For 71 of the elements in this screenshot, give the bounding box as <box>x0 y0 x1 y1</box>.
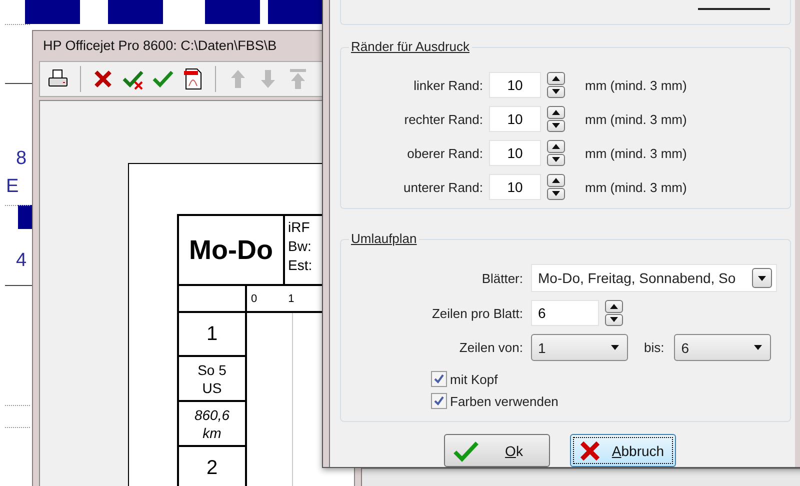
unit-label: mm (mind. 3 mm) <box>584 146 688 160</box>
check-cross-icon[interactable] <box>122 68 144 90</box>
up-arrow-icon <box>552 178 560 183</box>
down-arrow-icon <box>552 157 560 162</box>
hour-tick: 1 <box>288 292 294 304</box>
spin-button[interactable] <box>547 174 565 200</box>
down-arrow-icon <box>611 345 619 350</box>
field-label: Zeilen von: <box>458 340 523 355</box>
pdf-icon[interactable] <box>182 68 204 90</box>
down-arrow-icon <box>758 276 766 280</box>
down-arrow-icon <box>552 191 560 196</box>
input-field[interactable]: 10 <box>489 72 541 98</box>
group-title: Ränder für Ausdruck <box>349 39 472 54</box>
spin-button[interactable] <box>605 300 623 326</box>
cross-icon <box>579 440 601 462</box>
sheet-title: Mo-Do <box>179 216 285 284</box>
dropdown[interactable]: 1 <box>531 334 628 361</box>
unit-label: mm (mind. 3 mm) <box>584 78 688 92</box>
input-field[interactable]: 10 <box>489 140 541 166</box>
group-title: Umlaufplan <box>349 231 419 246</box>
check-icon[interactable] <box>152 68 174 90</box>
unit-label: mm (mind. 3 mm) <box>584 180 688 194</box>
info-label: Est: <box>288 256 312 275</box>
combo-box[interactable]: Mo-Do, Freitag, Sonnabend, So <box>531 264 777 292</box>
table-cell: 1 <box>179 313 247 357</box>
checkbox[interactable] <box>431 371 447 387</box>
header-block <box>268 0 323 24</box>
up-arrow-icon <box>552 76 560 81</box>
field-label: rechter Rand: <box>403 112 483 126</box>
input-field[interactable]: 10 <box>489 174 541 200</box>
field-label: oberer Rand: <box>406 146 483 160</box>
down-arrow-icon <box>552 123 560 128</box>
info-label: iRF <box>288 218 311 237</box>
input-field[interactable]: 6 <box>531 300 599 326</box>
field-label: bis: <box>643 340 666 355</box>
ok-button[interactable]: Ok <box>444 434 550 467</box>
table-cell: So 5 US <box>179 357 247 402</box>
up-arrow-icon <box>610 304 618 309</box>
row-label: 4 <box>16 250 27 272</box>
dropdown[interactable]: 6 <box>674 334 772 361</box>
row-label: E <box>6 176 19 198</box>
window-title: HP Officejet Pro 8600: C:\Daten\FBS\B <box>42 37 278 55</box>
spin-button[interactable] <box>547 140 565 166</box>
up-arrow-icon <box>552 144 560 149</box>
info-label: Bw: <box>288 237 312 256</box>
cancel-button[interactable]: Abbruch <box>570 434 676 467</box>
checkbox-label: mit Kopf <box>450 372 498 386</box>
table-cell: 860,6 km <box>179 402 247 447</box>
table-cell: 2 <box>179 447 247 486</box>
checkbox[interactable] <box>431 393 447 409</box>
header-block <box>108 0 163 24</box>
down-arrow-icon <box>754 345 762 350</box>
checkbox-label: Farben verwenden <box>450 394 558 408</box>
down-arrow-icon <box>610 317 618 322</box>
field-label: Blätter: <box>480 270 523 286</box>
header-block <box>18 205 32 229</box>
hour-tick: 0 <box>251 292 258 304</box>
spin-button[interactable] <box>547 72 565 98</box>
row-label: 8 <box>16 148 27 170</box>
unit-label: mm (mind. 3 mm) <box>584 112 688 126</box>
field-label: unterer Rand: <box>402 180 483 194</box>
spin-button[interactable] <box>547 106 565 132</box>
up-arrow-icon <box>552 110 560 115</box>
check-icon <box>453 440 479 462</box>
field-label: linker Rand: <box>412 78 483 92</box>
header-block <box>25 0 80 24</box>
input-field[interactable]: 10 <box>489 106 541 132</box>
field-label: Zeilen pro Blatt: <box>430 306 523 320</box>
header-block <box>205 0 260 24</box>
down-arrow-icon <box>552 89 560 94</box>
cross-icon[interactable] <box>92 68 114 90</box>
